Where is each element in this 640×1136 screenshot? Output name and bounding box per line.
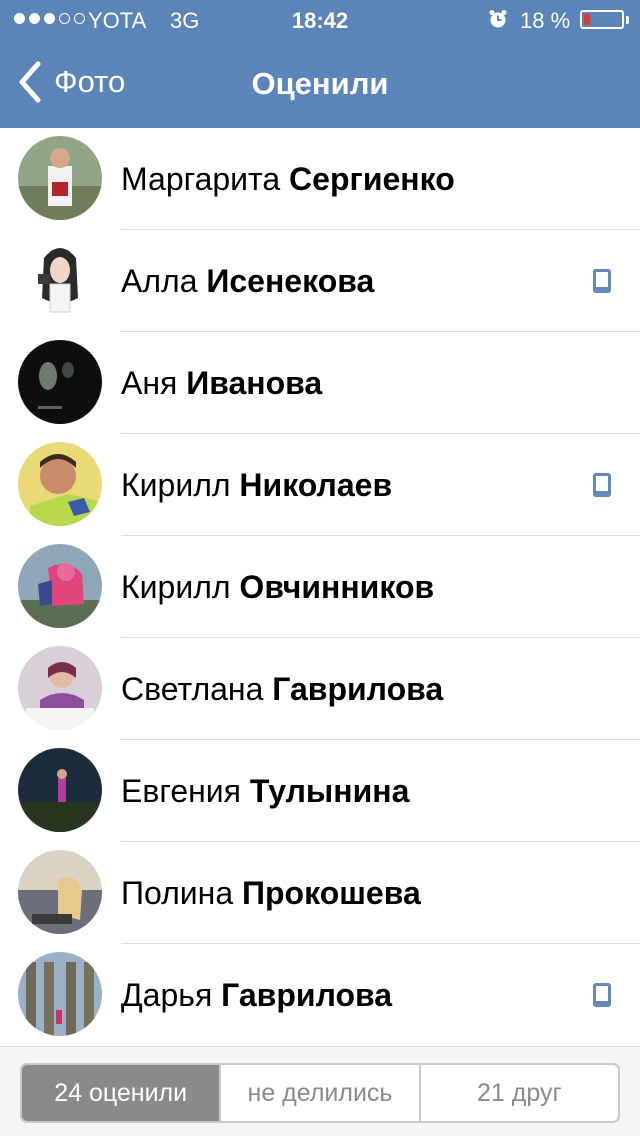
bottom-toolbar: 24 оценили не делились 21 друг (0, 1046, 640, 1136)
filter-segmented-control: 24 оценили не делились 21 друг (20, 1063, 620, 1123)
last-name: Иванова (186, 365, 323, 401)
status-bar: YOTA 3G 18:42 18 % (0, 0, 640, 40)
mobile-phone-icon (593, 269, 611, 293)
person-name: Светлана Гаврилова (121, 638, 443, 740)
last-name: Гаврилова (272, 671, 444, 707)
page-title: Оценили (251, 66, 389, 101)
person-name: Евгения Тулынина (121, 740, 409, 842)
person-name: Кирилл Овчинников (121, 536, 434, 638)
list-item[interactable]: Алла Исенекова (0, 230, 640, 332)
person-name: Маргарита Сергиенко (121, 128, 455, 230)
last-name: Николаев (239, 467, 393, 503)
list-item[interactable]: Аня Иванова (0, 332, 640, 434)
person-name: Дарья Гаврилова (121, 944, 392, 1046)
first-name: Кирилл (121, 467, 231, 503)
last-name: Сергиенко (289, 161, 455, 197)
avatar (18, 136, 102, 220)
first-name: Алла (121, 263, 198, 299)
first-name: Дарья (121, 977, 213, 1013)
avatar (18, 646, 102, 730)
list-item[interactable]: Кирилл Николаев (0, 434, 640, 536)
last-name: Исенекова (206, 263, 375, 299)
last-name: Овчинников (239, 569, 435, 605)
person-name: Алла Исенекова (121, 230, 374, 332)
navigation-bar: Фото Оценили (0, 40, 640, 128)
person-name: Аня Иванова (121, 332, 322, 434)
last-name: Гаврилова (221, 977, 393, 1013)
avatar (18, 340, 102, 424)
avatar (18, 238, 102, 322)
list-item[interactable]: Кирилл Овчинников (0, 536, 640, 638)
first-name: Кирилл (121, 569, 231, 605)
list-item[interactable]: Маргарита Сергиенко (0, 128, 640, 230)
avatar (18, 748, 102, 832)
first-name: Светлана (121, 671, 264, 707)
avatar (18, 850, 102, 934)
first-name: Полина (121, 875, 234, 911)
last-name: Прокошева (242, 875, 421, 911)
person-name: Полина Прокошева (121, 842, 421, 944)
list-item[interactable]: Полина Прокошева (0, 842, 640, 944)
last-name: Тулынина (249, 773, 410, 809)
avatar (18, 442, 102, 526)
mobile-phone-icon (593, 473, 611, 497)
tab-friends[interactable]: 21 друг (418, 1065, 618, 1121)
avatar (18, 544, 102, 628)
alarm-icon (489, 10, 507, 28)
mobile-phone-icon (593, 983, 611, 1007)
first-name: Евгения (121, 773, 241, 809)
first-name: Аня (121, 365, 178, 401)
first-name: Маргарита (121, 161, 281, 197)
list-item[interactable]: Светлана Гаврилова (0, 638, 640, 740)
battery-percent: 18 % (520, 8, 571, 33)
list-item[interactable]: Евгения Тулынина (0, 740, 640, 842)
header: YOTA 3G 18:42 18 % Фото Оценили (0, 0, 640, 128)
tab-rated[interactable]: 24 оценили (22, 1065, 220, 1121)
battery-level (584, 14, 590, 25)
list-item[interactable]: Дарья Гаврилова (0, 944, 640, 1046)
tab-not-shared[interactable]: не делились (219, 1065, 418, 1121)
battery-icon (580, 10, 624, 29)
avatar (18, 952, 102, 1036)
people-list: Маргарита Сергиенко Алла Исенекова Аня И… (0, 128, 640, 1046)
person-name: Кирилл Николаев (121, 434, 392, 536)
